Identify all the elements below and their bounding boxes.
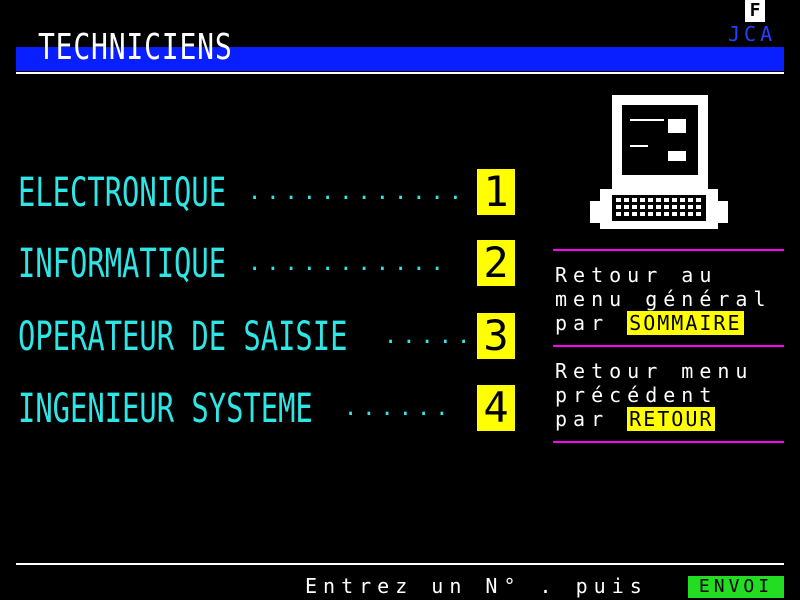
menu-number-4[interactable]: 4 — [477, 385, 515, 431]
menu-item-dots: ..... — [384, 324, 476, 349]
menu-item-ingenieur-systeme[interactable]: INGENIEUR SYSTEME ...... — [18, 385, 478, 433]
sommaire-key[interactable]: SOMMAIRE — [627, 311, 744, 335]
computer-terminal-icon — [590, 95, 728, 235]
title-divider — [16, 72, 784, 74]
menu-number-2[interactable]: 2 — [477, 240, 515, 286]
footer-divider — [16, 563, 784, 565]
side-divider-bottom — [553, 441, 784, 443]
return-prev-prefix: par — [555, 407, 610, 431]
retour-key[interactable]: RETOUR — [627, 407, 716, 431]
corner-badge: F — [745, 0, 765, 22]
envoi-key[interactable]: ENVOI — [688, 576, 784, 598]
return-general-prefix: par — [555, 311, 610, 335]
return-prev-line3: par RETOUR — [555, 407, 716, 431]
menu-item-informatique[interactable]: INFORMATIQUE ........... — [18, 240, 478, 288]
return-prev-line1: Retour menu — [555, 359, 754, 383]
menu-item-dots: ............ — [248, 180, 467, 205]
page-title: TECHNICIENS — [38, 27, 233, 68]
return-general-line3: par SOMMAIRE — [555, 311, 744, 335]
return-prev-line2: précédent — [555, 383, 718, 407]
entry-prompt: Entrez un N° . puis — [305, 574, 648, 598]
menu-item-label: INGENIEUR SYSTEME — [18, 386, 313, 432]
menu-item-electronique[interactable]: ELECTRONIQUE ............ — [18, 169, 478, 217]
menu-number-1[interactable]: 1 — [477, 169, 515, 215]
menu-item-dots: ...... — [344, 396, 454, 421]
return-general-line2: menu général — [555, 287, 772, 311]
return-general-line1: Retour au — [555, 263, 718, 287]
menu-item-dots: ........... — [248, 251, 449, 276]
side-divider-middle — [553, 345, 784, 347]
corner-code: JCA — [728, 22, 777, 46]
menu-number-3[interactable]: 3 — [477, 313, 515, 359]
menu-item-label: OPERATEUR DE SAISIE — [18, 314, 348, 360]
menu-item-label: INFORMATIQUE — [18, 241, 227, 287]
menu-item-operateur-de-saisie[interactable]: OPERATEUR DE SAISIE ..... — [18, 313, 478, 361]
side-divider-top — [553, 249, 784, 251]
menu-item-label: ELECTRONIQUE — [18, 170, 227, 216]
